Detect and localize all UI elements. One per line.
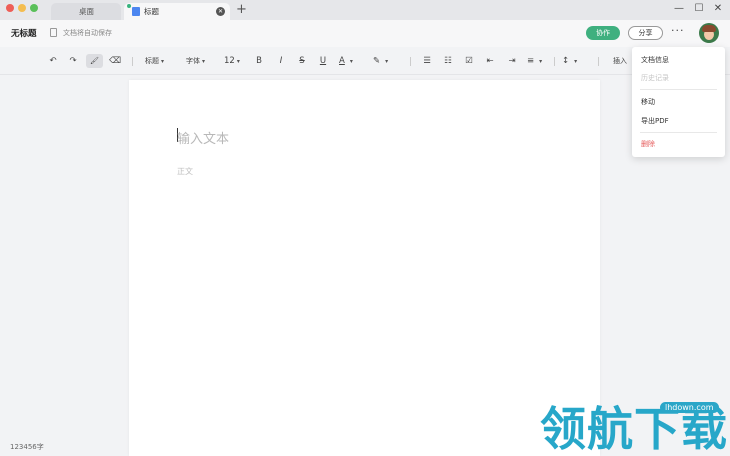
avatar[interactable] (699, 23, 719, 43)
toolbar-divider (598, 57, 599, 66)
close-icon[interactable]: ✕ (711, 2, 725, 16)
highlight-icon: ✎ (373, 56, 381, 66)
format-painter-icon[interactable]: 🖌 (86, 54, 103, 68)
minimize-window-dot[interactable] (18, 4, 26, 12)
chevron-down-icon: ▾ (385, 58, 389, 65)
align-dropdown[interactable]: ≡ ▾ (527, 54, 551, 68)
menu-item-history: 历史记录 (641, 74, 669, 82)
new-tab-icon[interactable]: + (236, 2, 247, 18)
share-button[interactable]: 分享 (628, 26, 663, 40)
heading-dropdown[interactable]: 标题 ▾ (145, 54, 175, 68)
menu-item-move[interactable]: 移动 (641, 97, 655, 107)
collaborate-button[interactable]: 协作 (586, 26, 620, 40)
insert-label: 插入 (613, 57, 627, 65)
editor-placeholder[interactable]: 输入文本 (177, 128, 229, 147)
line-spacing-icon: ↕ (562, 56, 570, 66)
tab-document[interactable]: 标题 ✕ (124, 3, 230, 20)
font-label: 字体 (186, 57, 200, 65)
chevron-down-icon: ▾ (236, 58, 240, 65)
chevron-down-icon: ▾ (161, 58, 165, 65)
tab-close-icon[interactable]: ✕ (216, 7, 225, 16)
font-size-dropdown[interactable]: 12 ▾ (224, 54, 246, 68)
checklist-icon[interactable]: ☑ (462, 54, 476, 68)
chevron-down-icon: ▾ (574, 58, 578, 65)
menu-divider (640, 132, 717, 133)
chevron-down-icon: ▾ (349, 58, 353, 65)
word-count: 123456字 (10, 443, 44, 451)
eraser-icon[interactable]: ⌫ (108, 54, 122, 68)
bullet-list-icon[interactable]: ☷ (441, 54, 455, 68)
minimize-icon[interactable]: — (672, 2, 686, 16)
maximize-window-dot[interactable] (30, 4, 38, 12)
tab-desktop[interactable]: 桌面 (51, 3, 121, 20)
menu-item-export-pdf[interactable]: 导出PDF (641, 116, 669, 126)
toolbar-divider (554, 57, 555, 66)
chevron-down-icon: ▾ (539, 58, 543, 65)
highlight-dropdown[interactable]: ✎ ▾ (373, 54, 397, 68)
line-spacing-dropdown[interactable]: ↕ ▾ (562, 54, 586, 68)
insert-button[interactable]: 插入 (611, 54, 629, 68)
autosave-icon (50, 28, 57, 37)
tab-desktop-label: 桌面 (79, 7, 94, 16)
font-color-icon: A (339, 56, 345, 66)
close-window-dot[interactable] (6, 4, 14, 12)
indent-decrease-icon[interactable]: ⇤ (483, 54, 497, 68)
title-bar: 桌面 标题 ✕ + — ☐ ✕ (0, 0, 730, 20)
bold-button[interactable]: B (253, 54, 265, 68)
strikethrough-button[interactable]: S (296, 54, 308, 68)
more-icon[interactable]: ··· (671, 24, 685, 37)
document-page[interactable]: 输入文本 正文 (129, 80, 600, 456)
ordered-list-icon[interactable]: ☰ (420, 54, 434, 68)
toolbar-divider (410, 57, 411, 66)
underline-button[interactable]: U (317, 54, 329, 68)
active-tab-dot-icon (127, 4, 131, 8)
heading-label: 标题 (145, 57, 159, 65)
chevron-down-icon: ▾ (202, 58, 206, 65)
menu-divider (640, 89, 717, 90)
more-options-menu: 文档信息 历史记录 移动 导出PDF 删除 (632, 47, 725, 157)
font-size-value: 12 (224, 56, 235, 66)
watermark-site: lhdown.com (660, 402, 719, 413)
undo-icon[interactable]: ↶ (46, 54, 60, 68)
document-header: 无标题 文档将自动保存 协作 分享 ··· (0, 20, 730, 47)
formatting-toolbar: ↶ ↷ 🖌 ⌫ 标题 ▾ 字体 ▾ 12 ▾ B I S U A ▾ ✎ ▾ ☰ ☷ ☑ … (0, 47, 730, 75)
menu-item-document-info[interactable]: 文档信息 (641, 55, 669, 65)
indent-increase-icon[interactable]: ⇥ (505, 54, 519, 68)
maximize-icon[interactable]: ☐ (692, 2, 706, 16)
font-dropdown[interactable]: 字体 ▾ (186, 54, 216, 68)
document-icon (132, 7, 140, 16)
menu-item-delete[interactable]: 删除 (641, 139, 655, 149)
paragraph-style-label: 正文 (177, 167, 193, 176)
font-color-dropdown[interactable]: A ▾ (339, 54, 363, 68)
tab-document-label: 标题 (144, 7, 159, 16)
autosave-status: 文档将自动保存 (63, 29, 112, 37)
toolbar-divider (132, 57, 133, 66)
align-icon: ≡ (527, 56, 535, 66)
italic-button[interactable]: I (275, 54, 287, 68)
redo-icon[interactable]: ↷ (66, 54, 80, 68)
avatar-hair (702, 25, 716, 32)
document-title[interactable]: 无标题 (11, 27, 37, 39)
